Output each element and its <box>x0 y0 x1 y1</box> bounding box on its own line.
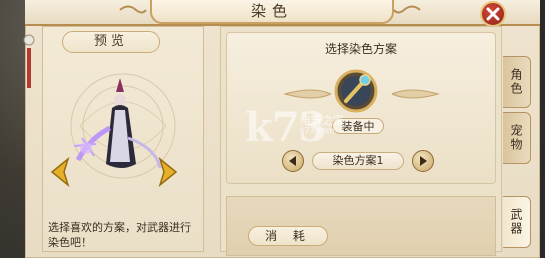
triangle-right-icon <box>420 156 427 166</box>
tab-weapon[interactable]: 武器 <box>503 196 531 248</box>
preview-label: 预览 <box>62 31 160 53</box>
wing-ornament-left-icon <box>283 89 332 99</box>
watermark-url: k73.com <box>300 126 335 135</box>
ornament-left-icon <box>119 5 147 14</box>
ornament-right-icon <box>393 5 421 14</box>
rotate-left-button[interactable] <box>46 155 72 189</box>
next-scheme-button[interactable] <box>412 150 434 172</box>
scheme-title: 选择染色方案 <box>324 42 397 56</box>
rotate-right-button[interactable] <box>156 155 182 189</box>
tab-character[interactable]: 角色 <box>503 56 531 108</box>
window-title: 染色 <box>150 0 394 24</box>
consume-label: 消 耗 <box>248 226 328 246</box>
close-icon <box>486 7 500 21</box>
weapon-slot[interactable] <box>334 69 378 113</box>
wing-ornament-right-icon <box>391 89 440 99</box>
tab-pet[interactable]: 宠物 <box>503 112 531 164</box>
scheme-selector[interactable]: 染色方案1 <box>312 152 404 170</box>
tassel-icon <box>23 34 35 88</box>
close-button[interactable] <box>480 1 506 27</box>
previous-scheme-button[interactable] <box>282 150 304 172</box>
triangle-left-icon <box>289 156 296 166</box>
preview-description: 选择喜欢的方案，对武器进行染色吧！ <box>48 221 191 249</box>
